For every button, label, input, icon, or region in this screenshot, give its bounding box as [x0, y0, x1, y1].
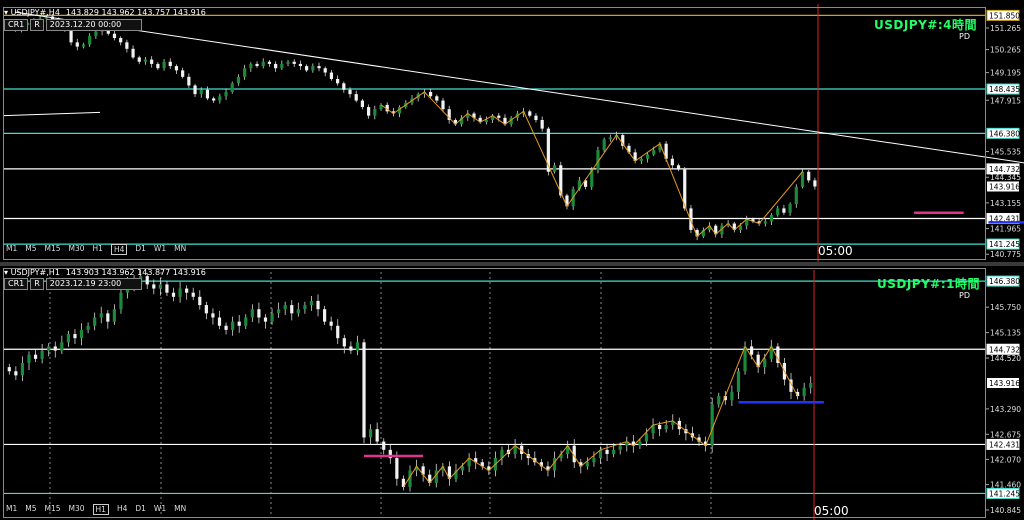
y-tick-label: 141.965 — [990, 225, 1021, 234]
current-price-label: 143.916 — [989, 182, 1020, 191]
y-tick-label: 145.135 — [990, 329, 1021, 338]
h1-chart-title: USDJPY#:1時間 — [876, 277, 980, 291]
h1-time-label: 05:00 — [814, 504, 849, 518]
h1-plot-frame — [3, 268, 986, 518]
timeframe-mn[interactable]: MN — [174, 244, 186, 255]
y-tick-label: 149.195 — [990, 69, 1021, 78]
chart-pane-h4[interactable]: 151.850 148.435 146.380 144.732 142.431 141.2… — [0, 0, 1024, 262]
price-level-label: 148.435 — [989, 85, 1020, 94]
y-tick-label: 144.520 — [990, 354, 1021, 363]
timeframe-m30[interactable]: M30 — [69, 244, 85, 255]
y-tick-label: 144.345 — [990, 173, 1021, 182]
y-tick-label: 145.535 — [990, 148, 1021, 157]
h4-pd-label: PD — [959, 32, 970, 41]
timeframe-m15[interactable]: M15 — [45, 504, 61, 515]
h4-cr-label[interactable]: CR1 — [4, 19, 29, 31]
y-tick-label: 143.155 — [990, 199, 1021, 208]
timeframe-m1[interactable]: M1 — [6, 504, 17, 515]
h1-cursor-box: CR1 R 2023.12.19 23:00 — [4, 278, 142, 290]
timeframe-m30[interactable]: M30 — [69, 504, 85, 515]
h4-r-label[interactable]: R — [30, 19, 44, 31]
price-level-label: 146.380 — [989, 129, 1020, 138]
timeframe-mn[interactable]: MN — [174, 504, 186, 515]
h1-r-label[interactable]: R — [30, 278, 44, 290]
timeframe-d1[interactable]: D1 — [135, 244, 146, 255]
chart-pane-h1[interactable]: 146.380 144.732 142.431 141.245 145.750 145.1… — [0, 266, 1024, 520]
timeframe-h1[interactable]: H1 — [92, 504, 109, 515]
y-tick-label: 140.845 — [990, 506, 1021, 515]
collapse-triangle-icon[interactable]: ▾ — [4, 268, 11, 277]
price-level-label: 142.431 — [989, 440, 1020, 449]
timeframe-m15[interactable]: M15 — [45, 244, 61, 255]
y-tick-label: 142.070 — [990, 455, 1021, 464]
h4-ohlc: 143.829 143.962 143.757 143.916 — [65, 8, 206, 17]
timeframe-h4[interactable]: H4 — [110, 244, 128, 255]
h1-symbol: USDJPY#,H1 — [10, 268, 60, 277]
price-level-label: 146.380 — [989, 277, 1020, 286]
price-level-label: 141.245 — [989, 489, 1020, 498]
current-price-label: 143.916 — [989, 379, 1020, 388]
y-tick-label: 147.915 — [990, 96, 1021, 105]
y-tick-label: 142.675 — [990, 430, 1021, 439]
price-level-label: 151.850 — [989, 11, 1020, 20]
h4-plot-frame — [3, 7, 986, 260]
timeframe-h1[interactable]: H1 — [93, 244, 103, 255]
h4-cursor-date: 2023.12.20 00:00 — [45, 19, 142, 31]
h4-chart-header: ▾ USDJPY#,H4 143.829 143.962 143.757 143.… — [4, 8, 206, 17]
h1-cursor-date: 2023.12.19 23:00 — [45, 278, 142, 290]
timeframe-d1[interactable]: D1 — [135, 504, 146, 515]
price-level-label: 141.245 — [989, 240, 1020, 249]
timeframe-m5[interactable]: M5 — [25, 244, 36, 255]
y-tick-label: 140.775 — [990, 250, 1021, 259]
h4-symbol: USDJPY#,H4 — [10, 8, 60, 17]
h1-chart-header: ▾ USDJPY#,H1 143.903 143.962 143.877 143.… — [4, 268, 206, 277]
price-level-label: 144.732 — [989, 345, 1020, 354]
h1-pd-label: PD — [959, 291, 970, 300]
timeframe-m1[interactable]: M1 — [6, 244, 17, 255]
timeframe-h4[interactable]: H4 — [117, 504, 127, 515]
collapse-triangle-icon[interactable]: ▾ — [4, 8, 11, 17]
y-tick-label: 151.265 — [990, 24, 1021, 33]
timeframe-w1[interactable]: W1 — [154, 504, 166, 515]
h1-cr-label[interactable]: CR1 — [4, 278, 29, 290]
y-tick-label: 145.750 — [990, 303, 1021, 312]
h1-ohlc: 143.903 143.962 143.877 143.916 — [65, 268, 206, 277]
timeframe-w1[interactable]: W1 — [154, 244, 166, 255]
h4-time-label: 05:00 — [818, 244, 853, 258]
h4-timeframe-bar: M1 M5 M15 M30 H1 H4 D1 W1 MN — [6, 244, 186, 255]
y-tick-label: 141.460 — [990, 481, 1021, 490]
y-tick-label: 143.290 — [990, 405, 1021, 414]
timeframe-m5[interactable]: M5 — [25, 504, 36, 515]
y-tick-label: 150.265 — [990, 46, 1021, 55]
h4-chart-title: USDJPY#:4時間 — [873, 18, 977, 32]
h4-cursor-box: CR1 R 2023.12.20 00:00 — [4, 19, 142, 31]
h1-timeframe-bar: M1 M5 M15 M30 H1 H4 D1 W1 MN — [6, 504, 186, 515]
